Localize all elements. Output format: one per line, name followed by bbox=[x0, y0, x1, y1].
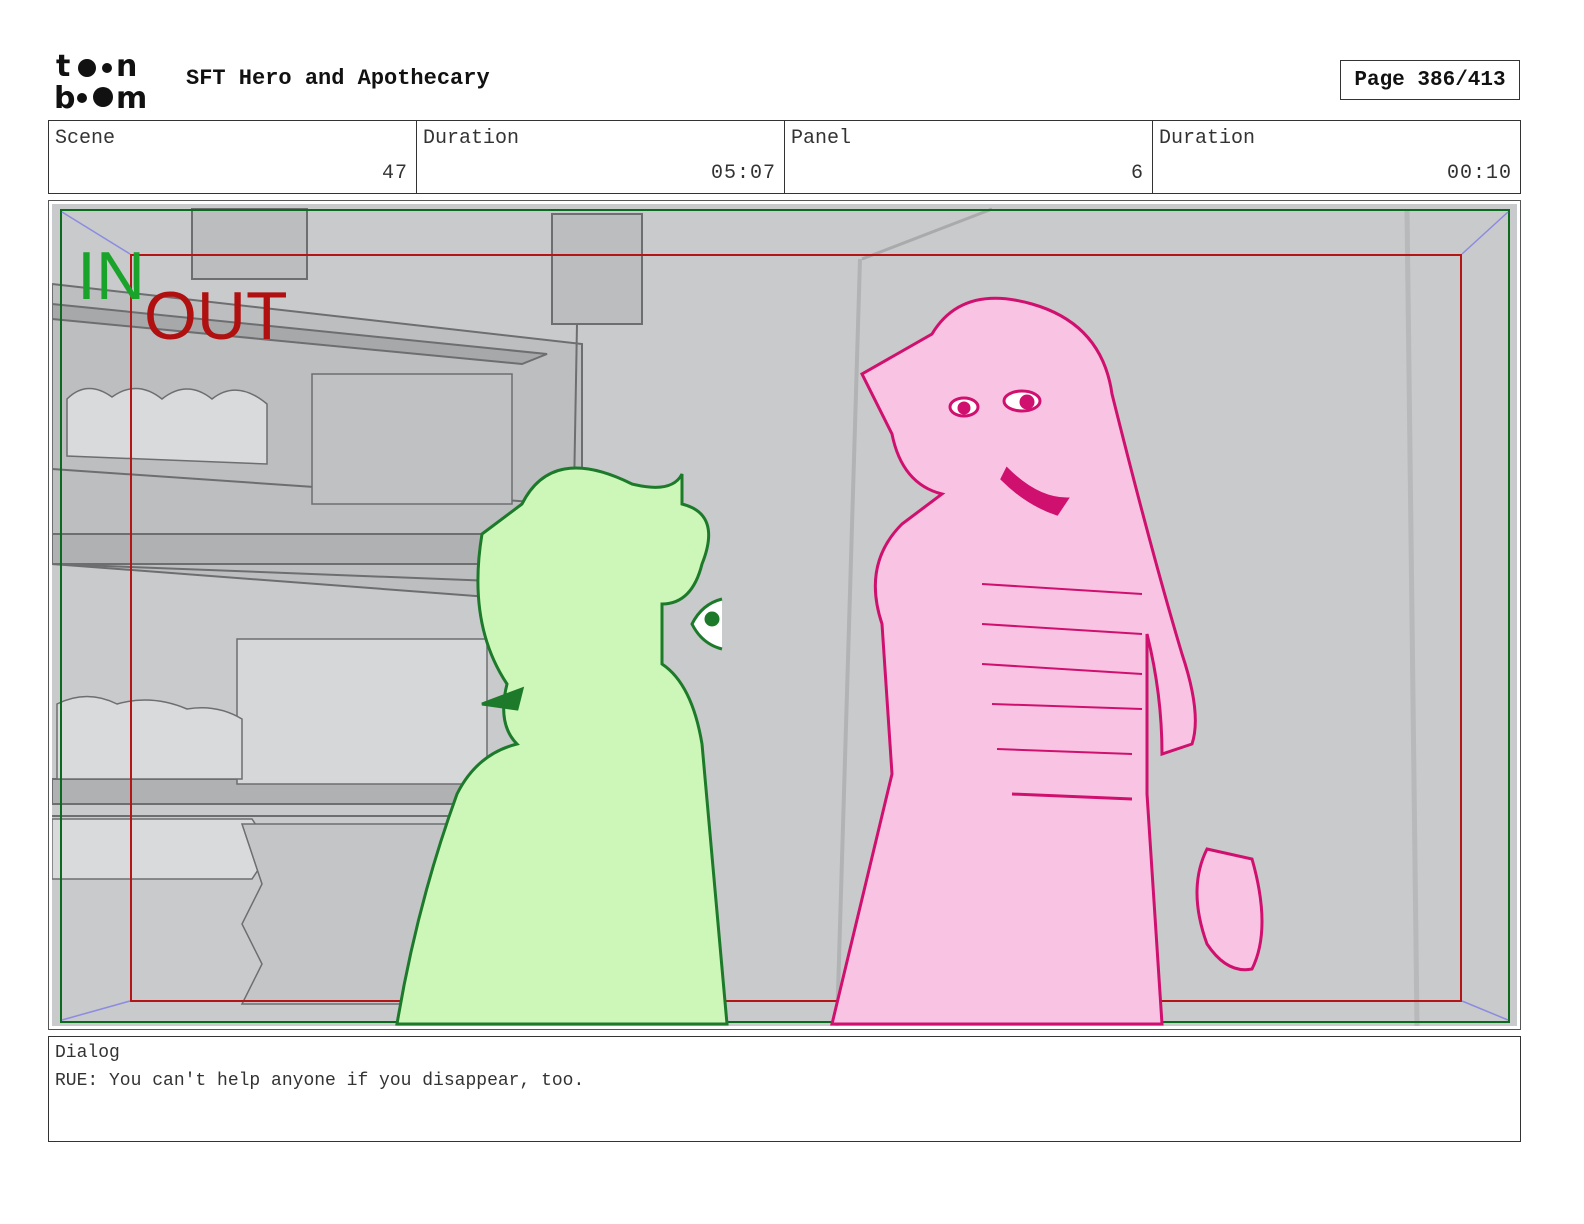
scene-duration-value: 05:07 bbox=[710, 162, 776, 185]
toon-boom-logo: t n b m bbox=[54, 50, 147, 112]
scene-duration-cell: Duration 05:07 bbox=[417, 121, 785, 193]
scene-duration-label: Duration bbox=[423, 127, 520, 150]
svg-text:n: n bbox=[116, 50, 137, 84]
panel-duration-cell: Duration 00:10 bbox=[1153, 121, 1520, 193]
panel-duration-value: 00:10 bbox=[1446, 162, 1512, 185]
svg-text:b: b bbox=[54, 81, 75, 112]
dialog-label: Dialog bbox=[55, 1043, 120, 1063]
out-marker: OUT bbox=[144, 278, 288, 354]
panel-label: Panel bbox=[791, 127, 852, 150]
in-marker: IN bbox=[77, 238, 145, 314]
svg-text:t: t bbox=[56, 50, 70, 84]
page-number: Page 386/413 bbox=[1340, 60, 1520, 100]
scene-value: 47 bbox=[381, 162, 408, 185]
dialog-text: RUE: You can't help anyone if you disapp… bbox=[55, 1071, 585, 1091]
dialog-box: Dialog RUE: You can't help anyone if you… bbox=[48, 1036, 1521, 1142]
panel-cell: Panel 6 bbox=[785, 121, 1153, 193]
svg-text:m: m bbox=[116, 81, 147, 112]
panel-drawing: IN OUT bbox=[52, 204, 1517, 1026]
project-title: SFT Hero and Apothecary bbox=[186, 66, 490, 91]
scene-label: Scene bbox=[55, 127, 116, 150]
panel-info-row: Scene 47 Duration 05:07 Panel 6 Duration… bbox=[48, 120, 1521, 194]
scene-cell: Scene 47 bbox=[49, 121, 417, 193]
storyboard-panel: IN OUT bbox=[48, 200, 1521, 1030]
panel-value: 6 bbox=[1130, 162, 1144, 185]
panel-duration-label: Duration bbox=[1159, 127, 1256, 150]
